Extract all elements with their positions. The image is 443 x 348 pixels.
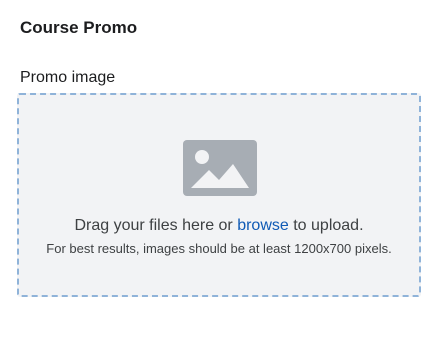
upload-text-after: to upload.: [288, 217, 364, 234]
image-placeholder-icon: [183, 140, 257, 196]
promo-image-label: Promo image: [20, 69, 116, 86]
promo-image-dropzone[interactable]: Drag your files here or browse to upload…: [17, 93, 421, 297]
upload-text-before: Drag your files here or: [74, 217, 238, 234]
section-title: Course Promo: [20, 18, 138, 37]
browse-link[interactable]: browse: [237, 217, 289, 234]
upload-instructions: Drag your files here or browse to upload…: [19, 217, 419, 235]
image-size-hint: For best results, images should be at le…: [46, 241, 392, 256]
